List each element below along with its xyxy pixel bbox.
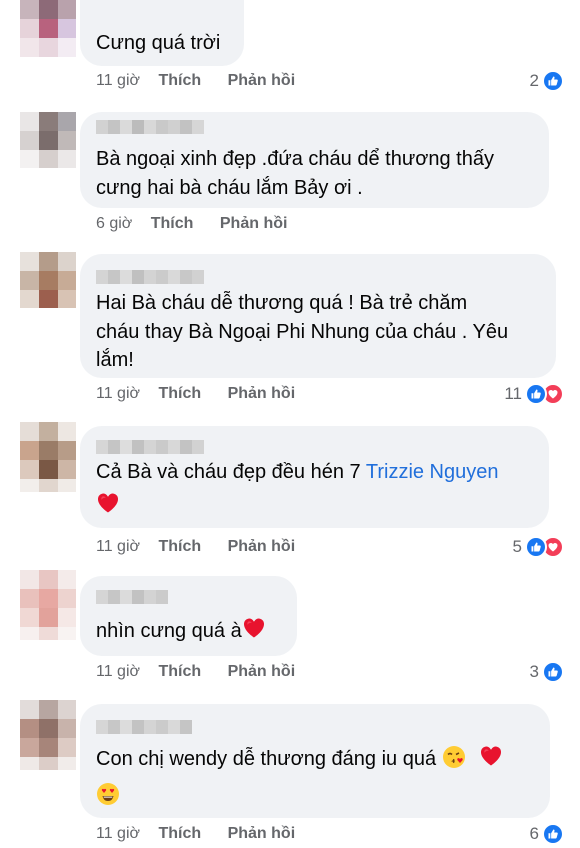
like-action[interactable]: Thích [158, 825, 201, 842]
like-icon [525, 536, 547, 558]
avatar[interactable] [20, 112, 76, 168]
comment-text: Cả Bà và cháu đẹp đều hén 7 [96, 461, 361, 483]
avatar[interactable] [20, 570, 76, 640]
like-action[interactable]: Thích [158, 385, 201, 402]
comment-bubble: Cưng quá trời [80, 0, 244, 66]
comment-bubble: Con chị wendy dễ thương đáng iu quá [80, 704, 550, 818]
reaction-count: 11 [504, 384, 522, 403]
heart-eyes-face-icon [97, 783, 119, 805]
comment-text-line-1: Con chị wendy dễ thương đáng iu quá [96, 744, 503, 774]
timestamp[interactable]: 11 giờ [96, 663, 140, 680]
reply-action[interactable]: Phản hồi [228, 385, 296, 402]
red-heart-icon [479, 744, 503, 768]
comment-text-line-1: Hai Bà cháu dễ thương quá ! Bà trẻ chăm [96, 292, 468, 314]
timestamp[interactable]: 6 giờ [96, 215, 132, 232]
reply-action[interactable]: Phản hồi [220, 215, 288, 232]
like-action[interactable]: Thích [158, 663, 201, 680]
like-action[interactable]: Thích [158, 72, 201, 89]
comment-bubble: Bà ngoại xinh đẹp .đứa cháu dể thương th… [80, 112, 549, 208]
comment-text: nhìn cưng quá à [96, 620, 242, 642]
comment-meta: 11 giờ Thích Phản hồi [96, 72, 295, 90]
like-icon [542, 823, 564, 845]
comment-text-line-2 [96, 491, 120, 521]
comment-meta: 11 giờ Thích Phản hồi [96, 825, 295, 843]
comment-bubble: Hai Bà cháu dễ thương quá ! Bà trẻ chăm … [80, 254, 556, 378]
reaction-summary[interactable]: 11 [504, 383, 564, 405]
comment-text-line-2: cưng hai bà cháu lắm Bảy ơi . [96, 177, 363, 199]
blurred-author-name[interactable] [96, 720, 192, 734]
blurred-author-name[interactable] [96, 120, 204, 134]
blurred-author-name[interactable] [96, 590, 168, 604]
comment-text: Cưng quá trời [96, 32, 221, 54]
blurred-author-name[interactable] [96, 440, 204, 454]
timestamp[interactable]: 11 giờ [96, 72, 140, 89]
reply-action[interactable]: Phản hồi [228, 825, 296, 842]
reply-action[interactable]: Phản hồi [228, 538, 296, 555]
like-action[interactable]: Thích [158, 538, 201, 555]
comment-meta: 11 giờ Thích Phản hồi [96, 663, 295, 681]
comment-text-line-2: cháu thay Bà Ngoại Phi Nhung của cháu . … [96, 321, 509, 343]
mention-link[interactable]: Trizzie Nguyen [366, 461, 499, 483]
avatar[interactable] [20, 422, 76, 492]
reaction-summary[interactable]: 3 [530, 661, 564, 683]
red-heart-icon [242, 616, 266, 640]
reply-action[interactable]: Phản hồi [228, 663, 296, 680]
comment-text-line-1: Cả Bà và cháu đẹp đều hén 7 Trizzie Nguy… [96, 458, 499, 487]
comment-bubble: Cả Bà và cháu đẹp đều hén 7 Trizzie Nguy… [80, 426, 549, 528]
comment-meta: 11 giờ Thích Phản hồi [96, 538, 295, 556]
like-action[interactable]: Thích [151, 215, 194, 232]
reaction-count: 5 [512, 537, 522, 556]
timestamp[interactable]: 11 giờ [96, 825, 140, 842]
like-icon [525, 383, 547, 405]
comment-meta: 6 giờ Thích Phản hồi [96, 215, 287, 233]
like-icon [542, 70, 564, 92]
red-heart-icon [96, 491, 120, 515]
timestamp[interactable]: 11 giờ [96, 385, 140, 402]
comment-text-line-3: lắm! [96, 349, 134, 371]
reaction-summary[interactable]: 5 [513, 536, 564, 558]
reaction-count: 3 [529, 662, 539, 681]
avatar[interactable] [20, 252, 76, 308]
reaction-summary[interactable]: 2 [530, 70, 564, 92]
reaction-summary[interactable]: 6 [530, 823, 564, 845]
avatar[interactable] [20, 700, 76, 770]
comment-text: Con chị wendy dễ thương đáng iu quá [96, 748, 437, 770]
kissing-face-icon [442, 746, 465, 768]
comment-bubble: nhìn cưng quá à [80, 576, 297, 656]
avatar[interactable] [20, 0, 76, 62]
timestamp[interactable]: 11 giờ [96, 538, 140, 555]
blurred-author-name[interactable] [96, 270, 204, 284]
reaction-count: 2 [529, 71, 539, 90]
like-icon [542, 661, 564, 683]
comment-meta: 11 giờ Thích Phản hồi [96, 385, 295, 403]
comment-text-line-1: nhìn cưng quá à [96, 616, 266, 646]
comment-text-line-1: Bà ngoại xinh đẹp .đứa cháu dể thương th… [96, 148, 494, 170]
reaction-count: 6 [529, 824, 539, 843]
reply-action[interactable]: Phản hồi [228, 72, 296, 89]
comment-text-line-2 [96, 782, 120, 811]
